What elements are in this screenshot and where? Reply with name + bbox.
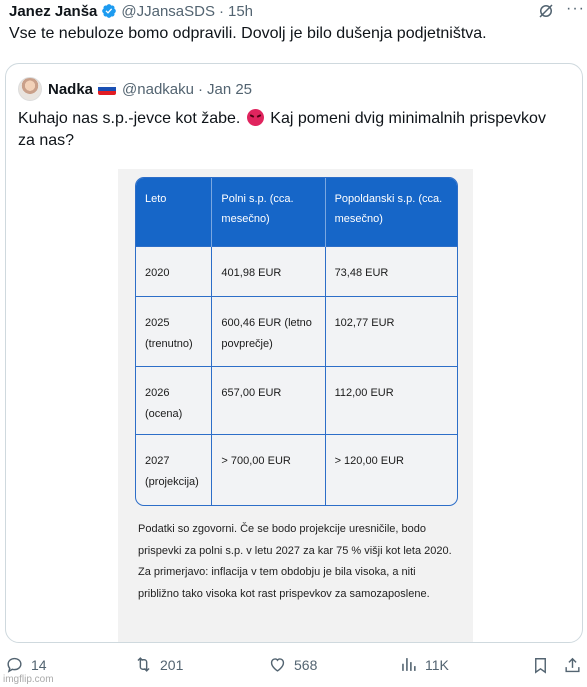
heart-icon (270, 658, 285, 672)
like-count: 568 (294, 656, 318, 673)
repost-button[interactable]: 201 (134, 655, 183, 674)
avatar[interactable] (18, 77, 42, 101)
tweet-text: Vse te nebuloze bomo odpravili. Dovolj j… (9, 25, 487, 42)
separator-dot: · (219, 2, 224, 20)
table-header-year: Leto (136, 178, 213, 246)
reply-count: 14 (31, 656, 47, 673)
more-options-icon[interactable]: ··· (566, 0, 585, 18)
repost-icon (137, 657, 150, 672)
reply-icon (7, 657, 22, 673)
quoted-tweet-image[interactable]: Leto Polni s.p. (cca. mesečno) Popoldans… (118, 169, 473, 642)
author-name[interactable]: Janez Janša (9, 3, 97, 20)
separator-dot: · (197, 80, 203, 98)
table-row: 2020 401,98 EUR 73,48 EUR (136, 245, 457, 296)
tweet-time[interactable]: 15h (228, 3, 253, 20)
table-cell: 102,77 EUR (325, 295, 457, 366)
quoted-text-part-1: Kuhajo nas s.p.-jevce kot žabe. (18, 110, 241, 127)
table-header-full-sp: Polni s.p. (cca. mesečno) (211, 178, 326, 246)
table-cell: > 120,00 EUR (325, 433, 457, 505)
table-cell: > 700,00 EUR (211, 433, 326, 505)
table-row: 2026 (ocena) 657,00 EUR 112,00 EUR (136, 365, 457, 434)
table-cell: 401,98 EUR (211, 245, 326, 296)
author-handle[interactable]: @JJansaSDS (121, 3, 215, 20)
table-header-part-time-sp: Popoldanski s.p. (cca. mesečno) (325, 178, 457, 246)
tweet-header: Janez Janša @JJansaSDS · 15h (9, 0, 579, 22)
views-button[interactable]: 11K (399, 655, 449, 674)
table-cell: 2025 (trenutno) (136, 295, 213, 366)
table-row: 2025 (trenutno) 600,46 EUR (letno povpre… (136, 295, 457, 366)
views-chart-icon (402, 658, 416, 671)
like-button[interactable]: 568 (268, 655, 317, 674)
table-row: 2027 (projekcija) > 700,00 EUR > 120,00 … (136, 433, 457, 505)
angry-face-emoji-icon (246, 109, 264, 126)
watermark: imgflip.com (3, 674, 54, 685)
quoted-tweet-header: Nadka @nadkaku · Jan 25 (18, 77, 252, 101)
table-cell: 73,48 EUR (325, 245, 457, 296)
reply-button[interactable]: 14 (5, 655, 47, 674)
share-icon[interactable] (563, 656, 582, 675)
bookmark-icon[interactable] (531, 656, 550, 675)
table-cell: 2027 (projekcija) (136, 433, 213, 505)
repost-count: 201 (160, 656, 184, 673)
quoted-tweet-text: Kuhajo nas s.p.-jevce kot žabe. Kaj pome… (18, 108, 558, 152)
table-cell: 2026 (ocena) (136, 365, 213, 434)
slovenia-flag-icon (98, 83, 117, 95)
quoted-author-name[interactable]: Nadka (48, 81, 93, 98)
quoted-tweet-time[interactable]: Jan 25 (207, 81, 252, 98)
contributions-table: Leto Polni s.p. (cca. mesečno) Popoldans… (135, 177, 458, 506)
image-paragraph: Podatki so zgovorni. Če se bodo projekci… (138, 523, 452, 600)
table-cell: 600,46 EUR (letno povprečje) (211, 295, 326, 366)
quoted-author-handle[interactable]: @nadkaku (122, 81, 194, 98)
table-cell: 112,00 EUR (325, 365, 457, 434)
action-bar: 14 201 568 11K (0, 655, 587, 679)
views-count: 11K (425, 656, 449, 673)
verified-badge-icon (102, 4, 117, 18)
quoted-tweet[interactable]: Nadka @nadkaku · Jan 25 Kuhajo nas s.p.-… (5, 63, 583, 643)
grok-icon[interactable] (537, 2, 555, 20)
table-cell: 657,00 EUR (211, 365, 326, 434)
table-cell: 2020 (136, 245, 213, 296)
